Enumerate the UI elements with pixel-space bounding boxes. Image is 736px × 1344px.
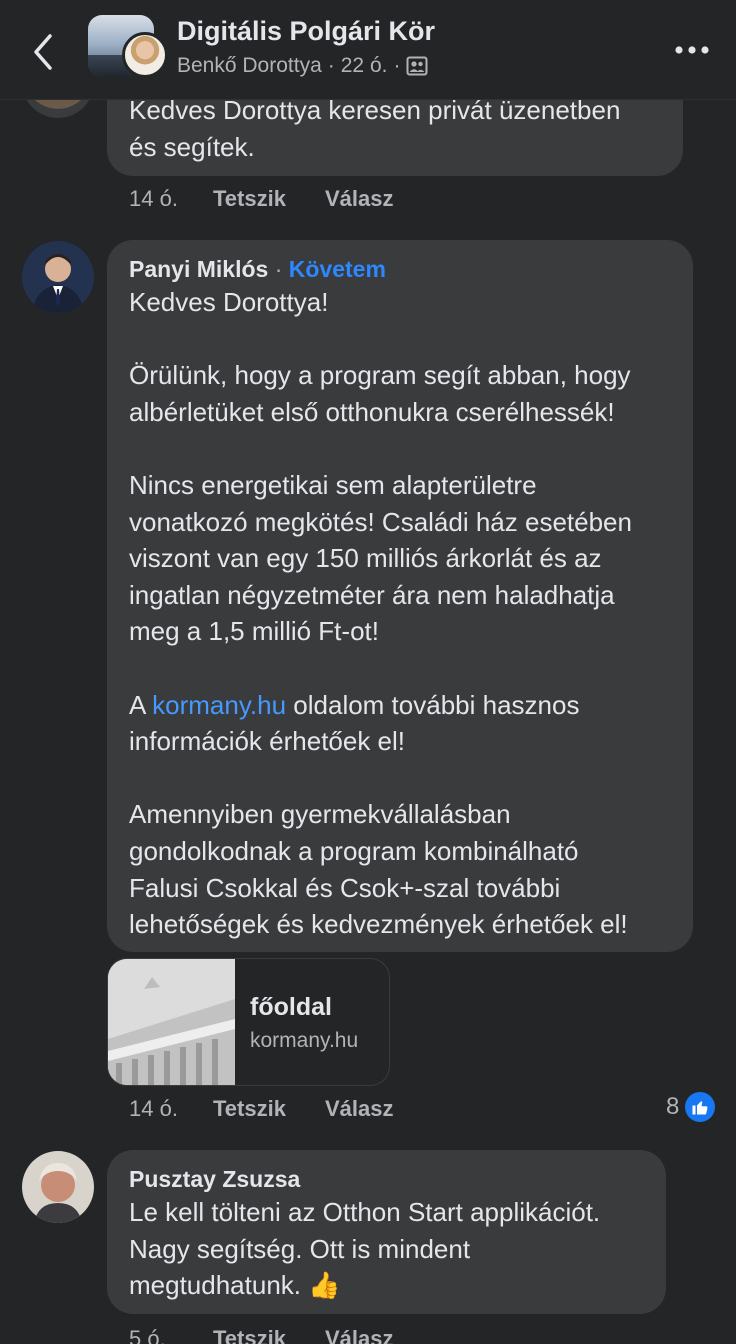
commenter-avatar[interactable]: [22, 241, 94, 313]
comment-actions: 14 ó. Tetszik Válasz: [129, 1096, 394, 1122]
comment-time: 5 ó.: [129, 1326, 166, 1344]
like-button[interactable]: Tetszik: [213, 186, 325, 212]
comment-time: 14 ó.: [129, 1096, 178, 1121]
person-portrait-icon: [22, 1151, 94, 1223]
comment-author-name[interactable]: Pusztay Zsuzsa: [129, 1166, 300, 1192]
comment-author-name[interactable]: Panyi Miklós: [129, 256, 268, 282]
comment-actions: 5 ó. Tetszik Válasz: [129, 1326, 394, 1344]
person-portrait-icon: [22, 241, 94, 313]
link-preview-title: főoldal: [250, 993, 332, 1021]
comment-text-part: Kedves Dorottya! Örülünk, hogy a program…: [129, 287, 632, 720]
comment-actions: 14 ó. Tetszik Válasz: [129, 186, 394, 212]
more-dots-icon: [675, 46, 709, 54]
reply-button[interactable]: Válasz: [325, 186, 394, 212]
building-icon: [108, 959, 235, 1085]
comment-bubble: Pusztay Zsuzsa Le kell tölteni az Otthon…: [107, 1150, 666, 1314]
link-preview-card[interactable]: főoldal kormany.hu: [107, 958, 390, 1086]
commenter-avatar[interactable]: [22, 1151, 94, 1223]
thumbs-up-icon: [685, 1092, 716, 1122]
post-author-avatar[interactable]: [122, 32, 168, 78]
separator-dot: ·: [274, 256, 289, 282]
group-name[interactable]: Digitális Polgári Kör: [177, 16, 435, 47]
comment-author-row: Panyi Miklós · Követem: [129, 256, 386, 283]
comment-time: 14 ó.: [129, 186, 178, 211]
post-header: Digitális Polgári Kör Benkő Dorottya · 2…: [0, 0, 736, 100]
post-time: 22 ó.: [340, 54, 388, 77]
comment-text: Kedves Dorottya keresen privát üzenetben…: [129, 95, 621, 162]
comment-thread: Kedves Dorottya keresen privát üzenetben…: [0, 0, 736, 1344]
comment-text: Kedves Dorottya! Örülünk, hogy a program…: [129, 284, 699, 943]
reply-button[interactable]: Válasz: [325, 1096, 394, 1122]
comment-text: Le kell tölteni az Otthon Start applikác…: [129, 1197, 601, 1301]
back-button[interactable]: [26, 30, 60, 74]
like-button[interactable]: Tetszik: [213, 1326, 325, 1344]
separator-dot: ·: [393, 54, 401, 77]
more-options-button[interactable]: [672, 38, 712, 62]
reply-button[interactable]: Válasz: [325, 1326, 394, 1344]
chevron-left-icon: [34, 34, 52, 70]
post-meta: Benkő Dorottya · 22 ó. ·: [177, 54, 428, 78]
like-button[interactable]: Tetszik: [213, 1096, 325, 1122]
reaction-count: 8: [666, 1093, 680, 1120]
link-preview-domain: kormany.hu: [250, 1029, 359, 1052]
comment-link[interactable]: kormany.hu: [152, 690, 286, 720]
reaction-summary[interactable]: 8: [666, 1092, 716, 1122]
follow-button[interactable]: Követem: [289, 256, 386, 282]
comment-bubble: Panyi Miklós · Követem Kedves Dorottya! …: [107, 240, 693, 952]
comment-author-row: Pusztay Zsuzsa: [129, 1166, 300, 1193]
post-author-name[interactable]: Benkő Dorottya: [177, 54, 322, 78]
link-preview-image: [108, 959, 235, 1085]
members-only-icon: [406, 56, 428, 76]
separator-dot: ·: [327, 54, 335, 77]
comment-text-part: oldalom további hasznos információk érhe…: [129, 689, 628, 940]
